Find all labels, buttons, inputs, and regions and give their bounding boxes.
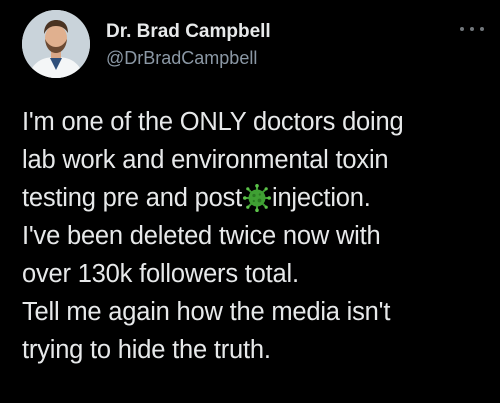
tweet-line: I'm one of the ONLY doctors doing [22,108,404,136]
tweet-line: testing pre and post injection. [22,179,492,217]
tweet-line: lab work and environmental toxin [22,146,389,174]
tweet-line: trying to hide the truth. [22,336,271,364]
tweet-line: over 130k followers total. [22,260,299,288]
tweet-text: I'm one of the ONLY doctors doing lab wo… [22,103,492,369]
more-dot-icon [460,27,464,31]
tweet-line: Tell me again how the media isn't [22,298,391,326]
virus-emoji-icon [242,184,271,212]
profile-photo-icon [22,10,90,78]
author-display-name[interactable]: Dr. Brad Campbell [106,20,271,44]
tweet: Dr. Brad Campbell @DrBradCampbell I'm on… [0,0,500,403]
more-dot-icon [470,27,474,31]
tweet-line: I've been deleted twice now with [22,222,381,250]
author-block: Dr. Brad Campbell @DrBradCampbell [106,20,271,70]
more-dot-icon [480,27,484,31]
tweet-line-segment: testing pre and post [22,184,242,212]
more-options-icon[interactable] [460,22,484,36]
tweet-line-segment: injection. [271,184,371,212]
author-handle[interactable]: @DrBradCampbell [106,46,271,70]
avatar[interactable] [22,10,90,78]
